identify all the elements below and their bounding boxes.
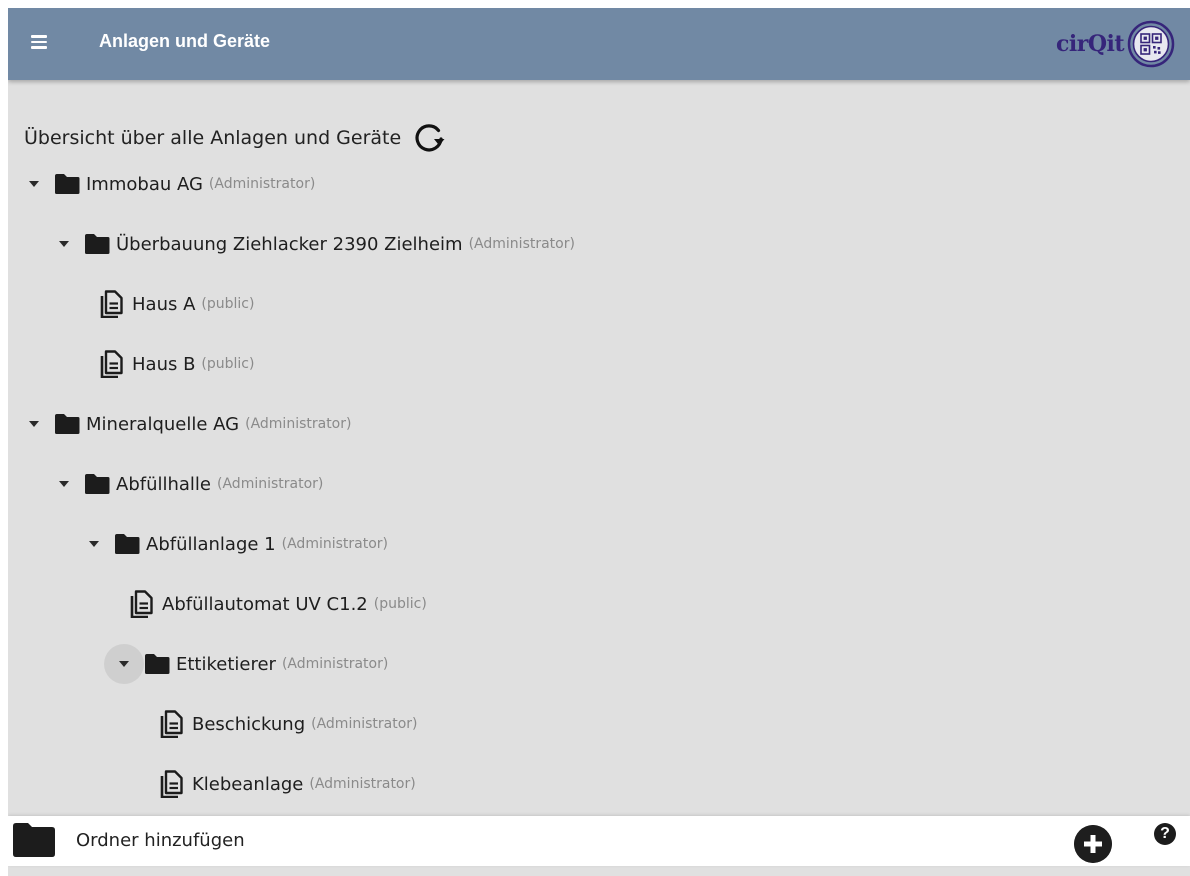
- page-title: Anlagen und Geräte: [99, 31, 271, 51]
- tree-node-label[interactable]: Immobau AG: [86, 174, 203, 195]
- tree-node[interactable]: Haus B (public): [74, 344, 254, 384]
- document-icon: [130, 590, 153, 618]
- document-icon: [160, 770, 183, 798]
- doc-icon-wrap: [134, 710, 192, 738]
- tree-node-label[interactable]: Abfüllhalle: [116, 474, 211, 495]
- tree-node-label[interactable]: Haus A: [132, 294, 195, 315]
- logo-text: cirQit: [1055, 31, 1125, 57]
- tree-node-label[interactable]: Beschickung: [192, 714, 305, 735]
- tree-node-role: (Administrator): [217, 476, 324, 492]
- tree-node[interactable]: Beschickung (Administrator): [134, 704, 418, 744]
- folder-icon: [55, 414, 80, 434]
- tree-node-role: (Administrator): [311, 716, 418, 732]
- document-icon: [100, 350, 123, 378]
- tree-node[interactable]: Immobau AG (Administrator): [14, 164, 315, 204]
- tree-node-label[interactable]: Ettiketierer: [176, 654, 276, 675]
- tree-node-role: (public): [201, 296, 255, 312]
- tree-node[interactable]: Abfüllanlage 1 (Administrator): [74, 524, 388, 564]
- doc-icon-wrap: [74, 350, 132, 378]
- overview-heading: Übersicht über alle Anlagen und Geräte: [24, 120, 447, 156]
- expand-toggle-icon[interactable]: [44, 224, 84, 264]
- folder-icon: [115, 534, 140, 554]
- tree-node-role: (Administrator): [281, 536, 389, 552]
- tree-node[interactable]: Klebeanlage (Administrator): [134, 764, 416, 804]
- expand-toggle-icon[interactable]: [14, 404, 54, 444]
- tree-node[interactable]: Abfüllhalle (Administrator): [44, 464, 323, 504]
- expand-toggle-icon[interactable]: [74, 524, 114, 564]
- app-frame: Anlagen und Geräte cirQit Übersicht über…: [8, 8, 1190, 876]
- hamburger-menu-icon[interactable]: [30, 32, 52, 56]
- tree-node-role: (public): [373, 596, 427, 612]
- tree-node[interactable]: Mineralquelle AG (Administrator): [14, 404, 351, 444]
- document-icon: [160, 710, 183, 738]
- tree-node-label[interactable]: Abfüllanlage 1: [146, 534, 276, 555]
- folder-icon: [55, 174, 80, 194]
- folder-icon: [13, 823, 55, 857]
- tree-node-label[interactable]: Mineralquelle AG: [86, 414, 239, 435]
- document-icon: [100, 290, 123, 318]
- tree-node-label[interactable]: Überbauung Ziehlacker 2390 Zielheim: [116, 234, 463, 255]
- tree-node[interactable]: Abfüllautomat UV C1.2 (public): [104, 584, 427, 624]
- qr-code-circle-icon: [1127, 20, 1175, 68]
- tree-node-role: (Administrator): [468, 236, 575, 252]
- overview-title: Übersicht über alle Anlagen und Geräte: [24, 127, 402, 149]
- add-folder-label: Ordner hinzufügen: [76, 829, 245, 851]
- tree-node-label[interactable]: Abfüllautomat UV C1.2: [162, 594, 368, 615]
- folder-icon: [85, 474, 110, 494]
- tree-node-label[interactable]: Klebeanlage: [192, 774, 303, 795]
- doc-icon-wrap: [104, 590, 162, 618]
- tree-node[interactable]: Überbauung Ziehlacker 2390 Zielheim (Admi…: [44, 224, 575, 264]
- expand-toggle-icon[interactable]: [44, 464, 84, 504]
- expand-toggle-icon[interactable]: [14, 164, 54, 204]
- tree-node-role: (Administrator): [208, 176, 316, 192]
- cirqit-logo: cirQit: [1056, 18, 1176, 70]
- app-bar: Anlagen und Geräte cirQit: [8, 8, 1190, 80]
- tree-node-role: (public): [201, 356, 255, 372]
- doc-icon-wrap: [74, 290, 132, 318]
- tree-node[interactable]: Ettiketierer (Administrator): [104, 644, 388, 684]
- help-circle-icon[interactable]: ?: [1154, 823, 1176, 845]
- plus-circle-icon[interactable]: [1074, 825, 1112, 863]
- bottom-toolbar: Ordner hinzufügen ?: [8, 816, 1190, 866]
- tree-node-role: (Administrator): [245, 416, 352, 432]
- tree-node-role: (Administrator): [281, 656, 389, 672]
- tree-node-role: (Administrator): [309, 776, 416, 792]
- doc-icon-wrap: [134, 770, 192, 798]
- folder-icon: [145, 654, 170, 674]
- refresh-icon[interactable]: [411, 120, 447, 156]
- add-folder-button[interactable]: Ordner hinzufügen: [12, 822, 245, 858]
- folder-icon: [85, 234, 110, 254]
- tree-node-label[interactable]: Haus B: [132, 354, 195, 375]
- tree-node[interactable]: Haus A (public): [74, 284, 254, 324]
- expand-toggle-icon[interactable]: [104, 644, 144, 684]
